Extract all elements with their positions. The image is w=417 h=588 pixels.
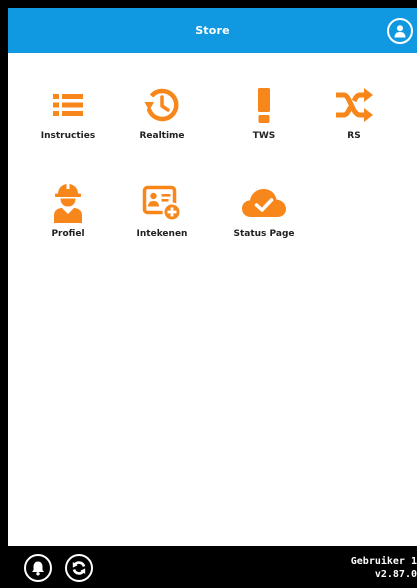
cloud-check-icon [242, 189, 286, 217]
notifications-button[interactable] [24, 554, 52, 582]
tile-label: Status Page [233, 229, 295, 239]
tile-label: Instructies [40, 131, 96, 141]
store-content: Instructies Realtime TWS RS Profiel Inte… [8, 53, 417, 546]
shuffle-icon [336, 88, 373, 122]
footer-bar: Gebruiker 1 v2.87.0 [8, 546, 417, 588]
tile-realtime[interactable]: Realtime [116, 83, 208, 153]
list-icon [53, 94, 83, 116]
app: Store Instructies Realtime TWS RS Profie… [0, 0, 417, 588]
tile-instructies[interactable]: Instructies [22, 83, 114, 153]
refresh-icon [72, 561, 86, 575]
tile-rs[interactable]: RS [308, 83, 400, 153]
user-account-button[interactable] [387, 18, 413, 44]
tile-label: RS [347, 131, 361, 141]
sync-button[interactable] [65, 554, 93, 582]
exclamation-icon [258, 88, 270, 123]
tile-tws[interactable]: TWS [218, 83, 310, 153]
bell-icon [32, 561, 44, 576]
id-card-add-icon [142, 185, 182, 222]
tile-status-page[interactable]: Status Page [218, 181, 310, 251]
tile-profiel[interactable]: Profiel [22, 181, 114, 251]
tile-label: Intekenen [136, 229, 188, 239]
header-bar: Store [8, 8, 417, 53]
tile-label: TWS [252, 131, 276, 141]
clock-history-icon [144, 88, 179, 122]
tile-label: Realtime [139, 131, 185, 141]
app-version: v2.87.0 [374, 569, 417, 580]
worker-icon [54, 183, 82, 223]
tile-label: Profiel [51, 229, 85, 239]
tile-intekenen[interactable]: Intekenen [116, 181, 208, 251]
user-name: Gebruiker 1 [350, 556, 417, 567]
user-icon [394, 25, 406, 38]
page-title: Store [195, 24, 230, 37]
user-info: Gebruiker 1 v2.87.0 [351, 555, 417, 581]
